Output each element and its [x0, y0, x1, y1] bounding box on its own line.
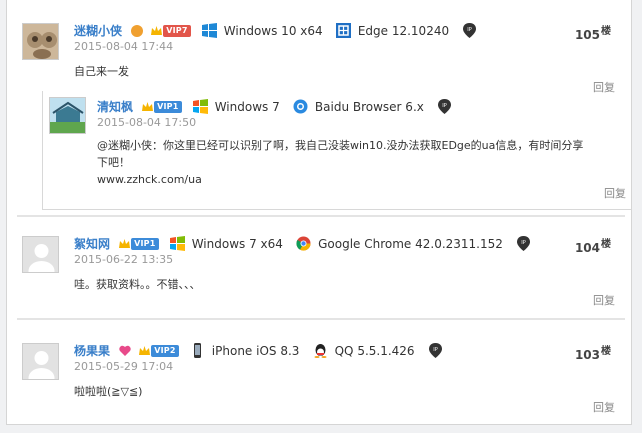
- comment-meta: 杨果果 VIP2 iPhone iOS 8.3 QQ 5.5.1.426 IP: [74, 340, 445, 362]
- avatar[interactable]: [49, 97, 86, 134]
- comment-date: 2015-06-22 13:35: [74, 253, 174, 266]
- location-pin-icon: IP: [428, 343, 442, 358]
- username[interactable]: 迷糊小侠: [74, 24, 122, 38]
- browser-label: Baidu Browser 6.x: [314, 99, 424, 114]
- link[interactable]: www.zzhck.com/ua: [97, 171, 627, 188]
- browser-label: QQ 5.5.1.426: [334, 343, 415, 358]
- browser-label: Google Chrome 42.0.2311.152: [318, 236, 503, 251]
- username[interactable]: 杨果果: [74, 344, 110, 358]
- svg-text:IP: IP: [521, 240, 526, 246]
- os-label: Windows 7 x64: [191, 236, 283, 251]
- location-pin-icon: IP: [517, 236, 530, 251]
- crown-icon: [139, 345, 151, 355]
- comment-date: 2015-08-04 17:44: [74, 40, 174, 53]
- vip-badge: VIP1: [154, 100, 182, 113]
- svg-text:IP: IP: [433, 347, 438, 353]
- avatar[interactable]: [22, 236, 59, 273]
- qq-icon: [314, 344, 327, 358]
- avatar[interactable]: [22, 23, 59, 60]
- os-label: Windows 7: [214, 99, 280, 114]
- comment-item: 迷糊小侠 VIP7 Windows 10 x64 Edge 12.10240 I…: [17, 0, 631, 213]
- svg-text:IP: IP: [442, 103, 447, 109]
- vip-badge: VIP2: [151, 344, 179, 357]
- svg-text:IP: IP: [467, 27, 472, 33]
- windows-icon: [201, 23, 217, 38]
- os-label: iPhone iOS 8.3: [211, 343, 300, 358]
- os-label: Windows 10 x64: [223, 23, 323, 38]
- floor-number: 105楼: [574, 26, 611, 42]
- comment-text: @迷糊小侠：你这里已经可以识别了啊，我自己没装win10.没办法获取EDge的u…: [97, 137, 627, 188]
- avatar[interactable]: [22, 343, 59, 380]
- edge-icon: [335, 23, 351, 38]
- comment-text: 哇。获取资料。。不错、、、: [74, 278, 201, 291]
- nested-reply: 清知枫 VIP1 Windows 7 Baidu Browser 6.x IP …: [42, 91, 631, 210]
- floor-number: 103楼: [574, 346, 611, 362]
- chrome-icon: [296, 236, 311, 251]
- floor-number: 104楼: [574, 239, 611, 255]
- location-pin-icon: IP: [463, 23, 477, 38]
- crown-icon: [142, 101, 154, 111]
- browser-label: Edge 12.10240: [357, 23, 450, 38]
- reply-button[interactable]: 回复: [593, 292, 615, 308]
- verified-icon: [131, 24, 144, 37]
- windows-icon: [192, 99, 208, 114]
- vip-badge: VIP1: [131, 237, 159, 250]
- vip-badge: VIP7: [163, 24, 191, 37]
- comment-meta: 絮知网 VIP1 Windows 7 x64 Google Chrome 42.…: [74, 233, 533, 255]
- comment-meta: 清知枫 VIP1 Windows 7 Baidu Browser 6.x IP: [97, 96, 454, 118]
- comment-date: 2015-08-04 17:50: [97, 116, 197, 129]
- comment-item: 杨果果 VIP2 iPhone iOS 8.3 QQ 5.5.1.426 IP …: [17, 320, 621, 425]
- windows-icon: [169, 236, 185, 251]
- comment-meta: 迷糊小侠 VIP7 Windows 10 x64 Edge 12.10240 I…: [74, 20, 479, 42]
- location-pin-icon: IP: [437, 99, 451, 114]
- comment-text: 啦啦啦(≧▽≦): [74, 385, 143, 398]
- username[interactable]: 清知枫: [97, 100, 133, 114]
- comments-panel: 迷糊小侠 VIP7 Windows 10 x64 Edge 12.10240 I…: [6, 0, 632, 425]
- heart-icon: [119, 345, 131, 356]
- baidu-browser-icon: [293, 99, 308, 114]
- comment-text: 自己来一发: [74, 65, 129, 78]
- comment-item: 絮知网 VIP1 Windows 7 x64 Google Chrome 42.…: [17, 213, 621, 318]
- reply-button[interactable]: 回复: [604, 185, 626, 201]
- username[interactable]: 絮知网: [74, 237, 110, 251]
- crown-icon: [151, 25, 163, 35]
- comment-date: 2015-05-29 17:04: [74, 360, 174, 373]
- crown-icon: [119, 238, 131, 248]
- reply-button[interactable]: 回复: [593, 399, 615, 415]
- iphone-icon: [193, 343, 201, 358]
